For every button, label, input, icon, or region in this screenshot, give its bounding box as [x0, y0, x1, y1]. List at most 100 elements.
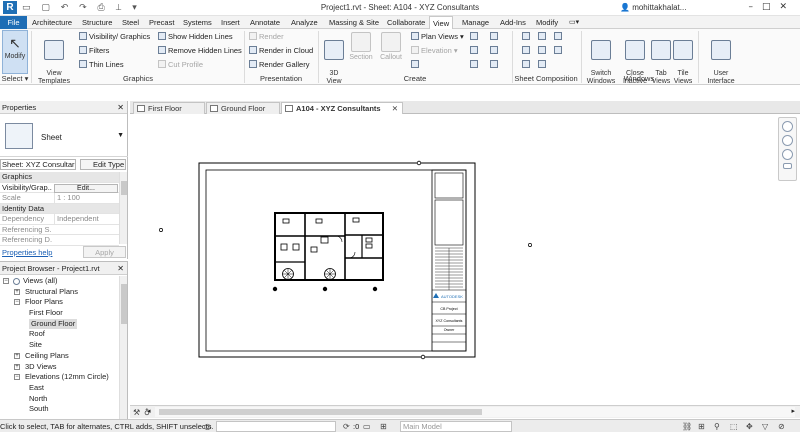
apply-button[interactable]: Apply [83, 246, 126, 258]
tab-systems[interactable]: Systems [180, 16, 215, 29]
browser-item-site[interactable]: Site [0, 340, 119, 351]
horizontal-scrollbar[interactable]: ◂ ▸ [147, 407, 795, 417]
elevation-button[interactable]: Elevation ▾ [411, 46, 458, 56]
group-identity-data[interactable]: Identity Data [0, 203, 119, 214]
select-underlay-icon[interactable]: ⊞ [698, 422, 705, 431]
render-button[interactable]: Render [249, 32, 284, 42]
browser-item-elevations-12mm-circle[interactable]: − Elevations (12mm Circle) [0, 372, 119, 383]
tab-file[interactable]: File [0, 16, 27, 29]
user-interface-button[interactable]: User Interface [704, 32, 738, 86]
view-ref-sheet-button[interactable] [522, 60, 532, 70]
user-account[interactable]: 👤 mohittakhalat... [620, 3, 686, 12]
design-options-select-icon[interactable]: ⊞ [380, 422, 387, 431]
scope-box-button[interactable] [490, 32, 500, 42]
filter-count-icon[interactable]: ⊘ [778, 422, 785, 431]
remove-hidden-lines-button[interactable]: Remove Hidden Lines [158, 46, 242, 56]
design-option-select[interactable]: Main Model [400, 421, 512, 432]
scroll-left-icon[interactable]: ◂ [147, 407, 151, 415]
tab-view[interactable]: View [429, 16, 454, 29]
workset-select[interactable] [216, 421, 336, 432]
tab-sheet-a104[interactable]: A104 - XYZ Consultants ✕ [281, 102, 403, 114]
section-button[interactable]: Section [347, 32, 375, 62]
close-icon[interactable]: ✕ [117, 262, 124, 275]
tab-precast[interactable]: Precast [146, 16, 177, 29]
select-links-icon[interactable]: ⛓ [682, 422, 692, 431]
sheet-issues-button[interactable] [538, 60, 548, 70]
duplicate-view-button[interactable] [470, 32, 480, 42]
dropdown-arrow-icon[interactable]: ▼ [117, 132, 124, 139]
browser-item-structural-plans[interactable]: + Structural Plans [0, 287, 119, 298]
sheet-list-button[interactable] [490, 46, 500, 56]
browser-item-views-all[interactable]: − Views (all) [0, 276, 119, 287]
tab-collaborate[interactable]: Collaborate [384, 16, 428, 29]
expand-icon[interactable]: + [14, 288, 20, 295]
tab-manage[interactable]: Manage [459, 16, 492, 29]
ribbon-options-icon[interactable]: ▭▾ [566, 16, 582, 29]
nav-options-icon[interactable] [783, 163, 792, 169]
modify-button[interactable]: ↖ Modify [2, 30, 28, 74]
browser-item-floor-plans[interactable]: − Floor Plans [0, 297, 119, 308]
tab-steel[interactable]: Steel [119, 16, 142, 29]
select-panel-title[interactable]: Select ▾ [0, 74, 30, 84]
filters-button[interactable]: Filters [79, 46, 109, 56]
guide-grid-button[interactable] [538, 46, 548, 56]
visibility-graphics-button[interactable]: Visibility/ Graphics [79, 32, 150, 42]
select-pinned-icon[interactable]: ⚲ [714, 422, 720, 431]
select-by-face-icon[interactable]: ⬚ [730, 422, 738, 431]
revisions-button[interactable] [522, 46, 532, 56]
matchline-button[interactable] [554, 46, 564, 56]
window-controls[interactable]: –□✕ [748, 2, 796, 12]
design-options-icon[interactable]: ▭ [363, 422, 371, 431]
expand-icon[interactable]: + [14, 352, 20, 359]
close-tab-icon[interactable]: ✕ [392, 103, 398, 115]
show-hidden-lines-button[interactable]: Show Hidden Lines [158, 32, 233, 42]
new-sheet-button[interactable] [522, 32, 532, 42]
instance-filter-select[interactable]: Sheet: XYZ Consultar [0, 159, 76, 170]
tab-structure[interactable]: Structure [79, 16, 115, 29]
expand-icon[interactable]: + [14, 363, 20, 370]
render-in-cloud-button[interactable]: Render in Cloud [249, 46, 313, 56]
collapse-icon[interactable]: − [3, 278, 9, 284]
close-icon[interactable]: ✕ [779, 2, 796, 12]
callout-button[interactable]: Callout [377, 32, 405, 62]
tab-first-floor[interactable]: First Floor [133, 102, 205, 114]
browser-item-south[interactable]: South [0, 404, 119, 415]
drag-elements-icon[interactable]: ✥ [746, 422, 753, 431]
edit-visibility-button[interactable]: Edit... [54, 183, 118, 193]
tab-massing-site[interactable]: Massing & Site [326, 16, 382, 29]
render-gallery-button[interactable]: Render Gallery [249, 60, 309, 70]
tab-insert[interactable]: Insert [218, 16, 243, 29]
close-icon[interactable]: ✕ [117, 101, 124, 114]
group-graphics[interactable]: Graphics [0, 172, 119, 183]
steering-wheel-icon[interactable] [782, 135, 793, 146]
tab-add-ins[interactable]: Add-Ins [497, 16, 529, 29]
view-reference-button[interactable] [490, 60, 500, 70]
schedules-button[interactable] [470, 60, 480, 70]
legends-button[interactable] [470, 46, 480, 56]
drawing-canvas[interactable]: AUTODESK CB Project XYZ Consultants Owne… [130, 115, 800, 404]
browser-item-north[interactable]: North [0, 394, 119, 405]
scroll-right-icon[interactable]: ▸ [791, 407, 795, 415]
place-view-button[interactable] [554, 32, 564, 42]
filter-icon[interactable]: ▽ [762, 422, 768, 431]
type-selector[interactable]: Sheet ▼ [0, 115, 128, 157]
properties-scrollbar[interactable] [119, 172, 127, 244]
collapse-icon[interactable]: − [14, 374, 20, 381]
sync-icon[interactable]: ⟳ [343, 422, 350, 431]
tab-ground-floor[interactable]: Ground Floor [206, 102, 280, 114]
browser-item-east[interactable]: East [0, 383, 119, 394]
browser-item-first-floor[interactable]: First Floor [0, 308, 119, 319]
browser-item-ground-floor[interactable]: Ground Floor [0, 318, 119, 330]
visual-style-icon[interactable]: ⚒ [133, 408, 140, 417]
browser-item-ceiling-plans[interactable]: + Ceiling Plans [0, 351, 119, 362]
workset-icon[interactable]: ◎ [204, 422, 211, 431]
tab-modify[interactable]: Modify [533, 16, 561, 29]
browser-scrollbar[interactable] [119, 276, 127, 419]
edit-type-button[interactable]: Edit Type [80, 159, 126, 170]
properties-help-link[interactable]: Properties help [2, 248, 52, 257]
collapse-icon[interactable]: − [14, 299, 20, 306]
tab-architecture[interactable]: Architecture [29, 16, 75, 29]
drafting-view-button[interactable] [411, 60, 431, 70]
minimize-icon[interactable]: – [748, 2, 762, 12]
zoom-icon[interactable] [782, 149, 793, 160]
